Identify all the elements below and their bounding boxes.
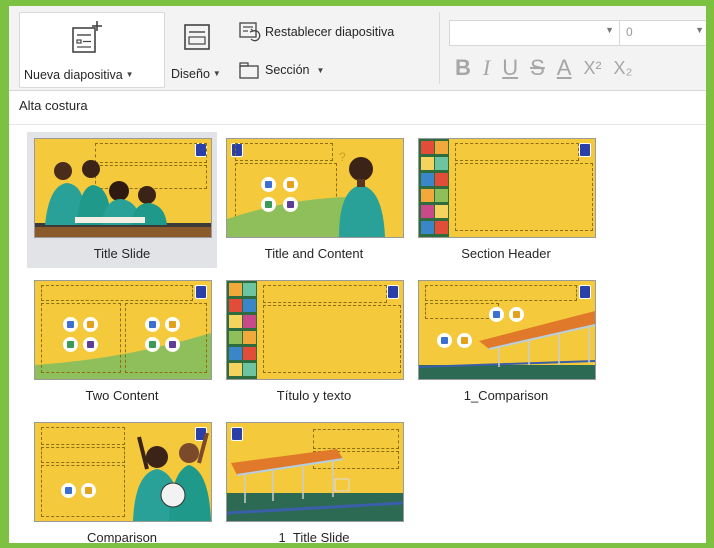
gallery-divider [9,124,706,125]
layout-1-comparison[interactable]: 1_Comparison [411,274,601,410]
theme-name: Alta costura [19,98,88,113]
layout-title-and-content[interactable]: ? Title and Content [219,132,409,268]
layout-thumbnail [418,138,596,238]
format-buttons: B I U S A X² X₂ [455,54,632,82]
layout-label: Two Content [85,388,159,403]
picture-icon [261,177,276,192]
subscript-button[interactable]: X₂ [613,57,632,79]
school-objects-strip [419,139,449,237]
chart-icon [457,333,472,348]
video-icon [83,337,98,352]
layout-thumbnail [34,280,212,380]
svg-text:?: ? [339,150,346,164]
students-illustration [35,160,211,237]
layout-titulo-y-texto[interactable]: Título y texto [219,274,409,410]
chevron-down-icon[interactable]: ▼ [605,25,614,35]
reset-slide-label: Restablecer diapositiva [265,25,395,39]
layout-thumbnail: ? [226,138,404,238]
font-name-combobox[interactable]: ▼ [449,20,621,46]
reset-slide-icon [239,22,261,42]
picture-icon [63,317,78,332]
layout-label: 1_Comparison [463,388,549,403]
layout-label: Comparison [86,530,158,543]
chevron-down-icon: ▼ [212,69,221,78]
layout-label: Section Header [461,246,551,261]
layout-title-slide[interactable]: Title Slide [27,132,217,268]
layout-label: 1_Title Slide [278,530,350,543]
courtyard-illustration [419,311,595,379]
layout-thumbnail [418,280,596,380]
school-objects-strip [227,281,257,379]
layout-comparison[interactable]: Comparison [27,416,217,543]
new-slide-icon [72,21,102,53]
picture-icon [489,307,504,322]
chart-icon [165,317,180,332]
layout-thumbnail [34,422,212,522]
layout-thumbnail [34,138,212,238]
chart-icon [83,317,98,332]
chevron-down-icon: ▼ [125,70,134,79]
section-label: Sección [265,63,310,77]
hill-shape: ? [227,150,385,237]
layout-1-title-slide[interactable]: 1_Title Slide [219,416,409,543]
reset-slide-button[interactable]: Restablecer diapositiva [239,20,394,44]
underline-button[interactable]: U [502,57,518,79]
italic-button[interactable]: I [483,57,490,79]
chart-icon [81,483,96,498]
layout-label: Título y texto [276,388,352,403]
font-size-combobox[interactable]: 0 ▼ [619,20,706,46]
font-color-button[interactable]: A [557,57,572,79]
bold-button[interactable]: B [455,57,471,79]
layout-label: Title and Content [264,246,364,261]
layout-icon [184,24,210,50]
ribbon-divider [439,12,440,84]
section-icon [239,62,259,79]
new-slide-button[interactable]: Nueva diapositiva ▼ [19,12,165,88]
picture-icon [145,317,160,332]
section-button[interactable]: Sección ▼ [239,58,324,82]
font-size-value: 0 [626,25,633,39]
placeholder-box [455,163,593,231]
layout-dropdown-panel: Nueva diapositiva ▼ Diseño ▼ Restablecer d… [9,6,706,543]
school-logo-icon [387,285,399,299]
picture-icon [61,483,76,498]
layout-label: Title Slide [93,246,151,261]
table-icon [261,197,276,212]
placeholder-box [263,285,387,303]
layout-thumbnail [226,280,404,380]
video-icon [283,197,298,212]
table-icon [145,337,160,352]
layout-two-content[interactable]: Two Content [27,274,217,410]
layout-button[interactable]: Diseño ▼ [167,12,229,86]
layout-section-header[interactable]: Section Header [411,132,601,268]
superscript-button[interactable]: X² [583,57,601,79]
picture-icon [437,333,452,348]
placeholder-box [125,303,207,373]
ribbon-toolbar: Nueva diapositiva ▼ Diseño ▼ Restablecer d… [9,6,706,91]
placeholder-box [41,303,121,373]
layout-label: Diseño [171,67,210,81]
chart-icon [283,177,298,192]
chart-icon [509,307,524,322]
placeholder-box [263,305,401,373]
school-logo-icon [579,143,591,157]
placeholder-box [455,143,579,161]
layout-thumbnail [226,422,404,522]
new-slide-label: Nueva diapositiva [24,68,123,82]
table-icon [63,337,78,352]
courtyard-illustration [227,449,403,521]
strikethrough-button[interactable]: S [530,57,545,79]
chevron-down-icon: ▼ [316,65,325,75]
video-icon [165,337,180,352]
chevron-down-icon[interactable]: ▼ [695,25,704,35]
